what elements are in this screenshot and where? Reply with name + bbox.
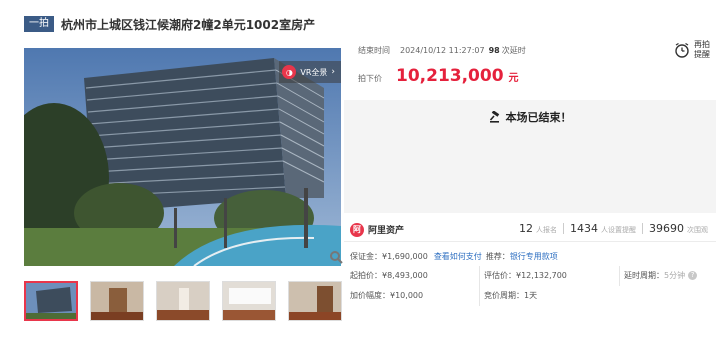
increment-value: ¥10,000: [390, 291, 424, 300]
vr-panorama-button[interactable]: ◑ VR全景 ›: [279, 61, 341, 83]
vr-logo-icon: ◑: [282, 65, 297, 79]
recommend-link[interactable]: 银行专用款项: [510, 251, 558, 262]
ended-text: 本场已结束！: [505, 111, 572, 124]
price-label: 拍下价: [358, 74, 382, 83]
bid-period-value: 1天: [524, 291, 538, 300]
appraisal-label: 评估价：: [484, 271, 516, 280]
thumbnail[interactable]: [288, 281, 342, 321]
view-label: 次围观: [687, 226, 708, 234]
main-photo[interactable]: ◑ VR全景 ›: [24, 48, 341, 266]
start-price-row: 起拍价： ¥8,493,000: [350, 270, 428, 281]
thumbnail[interactable]: [156, 281, 210, 321]
end-time-row: 结束时间 2024/10/12 11:27:07 98 次延时: [358, 45, 526, 56]
thumbnail-image: [91, 282, 143, 320]
delay-period-value: 5分钟: [664, 271, 686, 280]
thumbnail-image: [26, 283, 76, 319]
auction-info: 结束时间 2024/10/12 11:27:07 98 次延时 拍下价 10,2…: [344, 36, 716, 100]
thumbnail[interactable]: [24, 281, 78, 321]
reminder-label: 人设置提醒: [601, 226, 636, 234]
help-icon[interactable]: ?: [688, 271, 698, 280]
deposit-row: 保证金： ¥1,690,000 查看如何支付 推荐： 银行专用款项: [350, 251, 558, 262]
delay-period-row: 延时周期： 5分钟 ?: [624, 270, 698, 281]
ali-asset-logo-icon: 阿: [350, 222, 364, 237]
start-price-value: ¥8,493,000: [382, 271, 428, 280]
delay-label: 次延时: [501, 46, 526, 55]
zoom-icon[interactable]: [329, 250, 343, 264]
remind-button[interactable]: 再拍 提醒: [674, 40, 710, 60]
appraisal-value: ¥12,132,700: [516, 271, 567, 280]
thumbnail[interactable]: [222, 281, 276, 321]
vr-label: VR全景: [300, 67, 328, 77]
delay-count: 98: [488, 46, 500, 55]
divider: [563, 223, 564, 234]
thumbnail[interactable]: [90, 281, 144, 321]
increment-label: 加价幅度：: [350, 291, 390, 300]
alarm-clock-icon: [675, 42, 689, 58]
deposit-value: ¥1,690,000: [382, 252, 428, 261]
gavel-icon: [489, 111, 499, 123]
title-row: 一拍 杭州市上城区钱江候潮府2幢2单元1002室房产: [24, 14, 315, 34]
final-price-row: 拍下价 10,213,000 元: [358, 66, 519, 86]
round-badge: 一拍: [24, 16, 54, 32]
signup-label: 人报名: [536, 226, 557, 234]
brand[interactable]: 阿 阿里资产: [350, 222, 405, 237]
ended-panel: 本场已结束！: [344, 100, 716, 213]
bid-period-row: 竞价周期： 1天: [484, 290, 537, 301]
remind-line-1: 再拍: [694, 40, 710, 49]
how-to-pay-link[interactable]: 查看如何支付: [434, 251, 482, 262]
ended-message: 本场已结束！: [344, 109, 716, 125]
stats-row: 阿 阿里资产 12 人报名 1434 人设置提醒 39690 次围观: [344, 218, 716, 242]
reminder-count: 1434: [570, 222, 598, 235]
divider: [642, 223, 643, 234]
appraisal-row: 评估价： ¥12,132,700: [484, 270, 567, 281]
final-price: 10,213,000: [396, 66, 504, 86]
signup-count: 12: [519, 222, 533, 235]
increment-row: 加价幅度： ¥10,000: [350, 290, 423, 301]
bid-period-label: 竞价周期：: [484, 291, 524, 300]
start-price-label: 起拍价：: [350, 271, 382, 280]
end-time-label: 结束时间: [358, 46, 390, 55]
end-time-value: 2024/10/12 11:27:07: [400, 46, 485, 55]
delay-period-label: 延时周期：: [624, 271, 664, 280]
chevron-right-icon: ›: [331, 67, 335, 77]
thumbnail-strip: [24, 281, 354, 321]
stats: 12 人报名 1434 人设置提醒 39690 次围观: [519, 222, 708, 235]
thumbnail-image: [223, 282, 275, 320]
price-unit: 元: [508, 73, 519, 84]
brand-name: 阿里资产: [368, 226, 405, 236]
divider: [479, 266, 480, 306]
deposit-label: 保证金：: [350, 252, 382, 261]
view-count: 39690: [649, 222, 684, 235]
thumbnail-image: [157, 282, 209, 320]
page-title: 杭州市上城区钱江候潮府2幢2单元1002室房产: [61, 17, 316, 32]
recommend-label: 推荐：: [485, 252, 510, 261]
remind-line-2: 提醒: [694, 50, 710, 59]
thumbnail-image: [289, 282, 341, 320]
divider: [619, 266, 620, 286]
